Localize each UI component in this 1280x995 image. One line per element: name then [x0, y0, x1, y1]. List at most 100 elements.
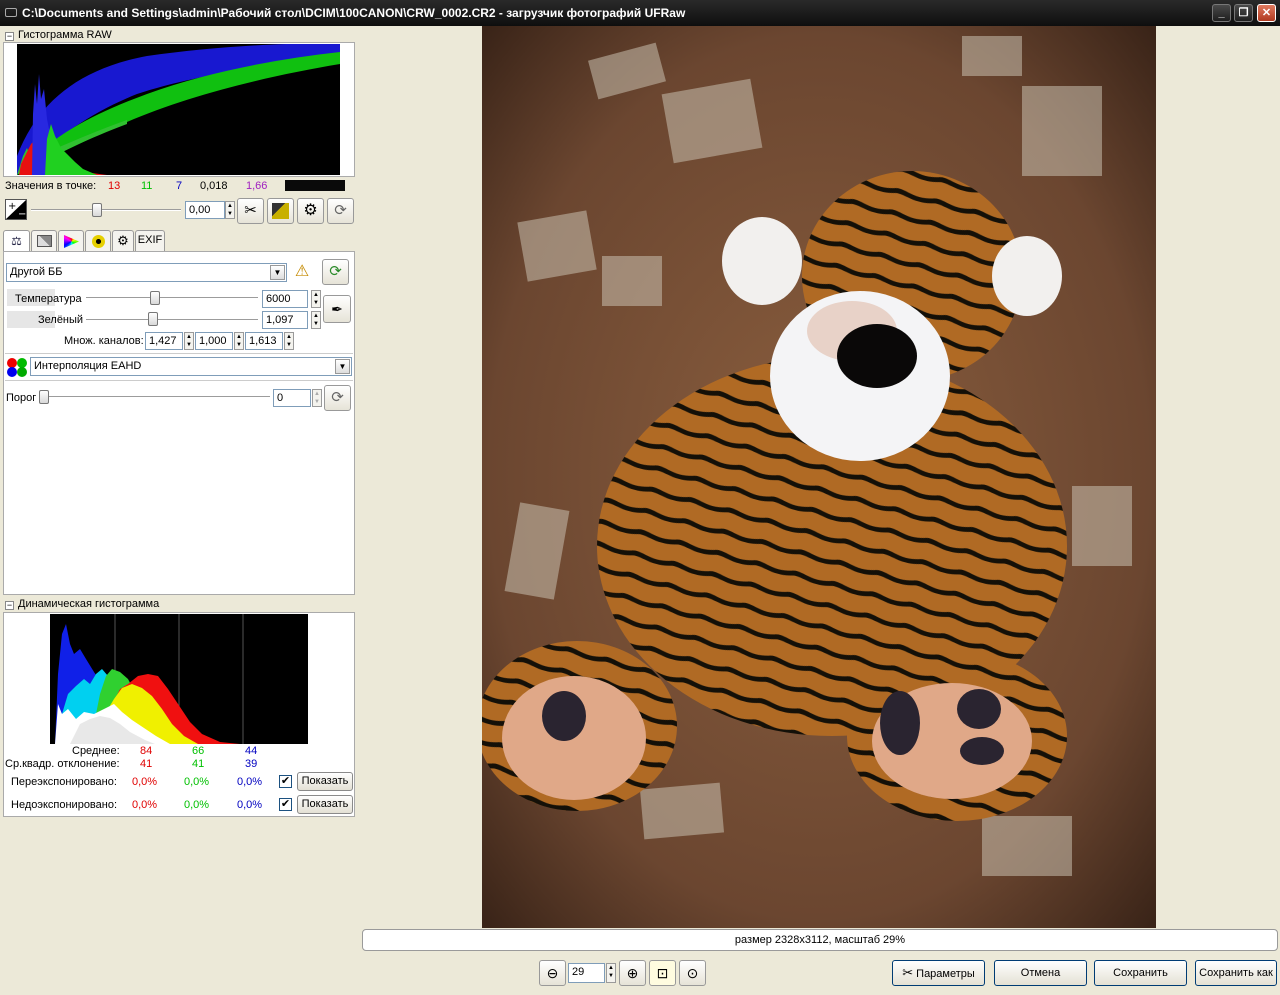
- underexposed-green: 0,0%: [184, 799, 210, 811]
- wb-preset-value: Другой ББ: [10, 266, 63, 278]
- status-bar: размер 2328x3112, масштаб 29%: [362, 929, 1278, 951]
- minimize-button[interactable]: _: [1212, 4, 1231, 22]
- raw-histogram-header[interactable]: − Гистограмма RAW: [0, 28, 356, 42]
- refresh-icon: ⟳: [329, 263, 342, 280]
- scissors-icon: ✂: [244, 202, 257, 219]
- chevron-down-icon: ▼: [270, 265, 285, 280]
- interpolation-select[interactable]: Интерполяция EAHD ▼: [30, 357, 352, 376]
- zoom-fit-button[interactable]: ⊡: [649, 960, 676, 986]
- exposure-field[interactable]: 0,00: [185, 201, 225, 219]
- separator: [5, 380, 353, 381]
- multiplier-blue-field[interactable]: 1,613: [245, 332, 283, 350]
- exposure-slider-thumb[interactable]: [92, 203, 102, 217]
- spot-wb-button[interactable]: ✒: [323, 295, 351, 323]
- chevron-down-icon: ▼: [335, 359, 350, 374]
- collapse-icon[interactable]: −: [5, 32, 14, 41]
- multipliers-label: Множ. каналов:: [64, 335, 144, 347]
- overexposed-green: 0,0%: [184, 776, 210, 788]
- restore-highlights-button[interactable]: [267, 198, 294, 224]
- threshold-field[interactable]: 0: [273, 389, 311, 407]
- green-slider-thumb[interactable]: [148, 312, 158, 326]
- save-as-button[interactable]: Сохранить как: [1195, 960, 1277, 986]
- exposure-icon: + −: [5, 199, 27, 220]
- point-value-red: 13: [108, 180, 121, 192]
- overexposed-label: Переэкспонировано:: [11, 776, 117, 788]
- title-bar[interactable]: C:\Documents and Settings\admin\Рабочий …: [0, 0, 1280, 26]
- zoom-field[interactable]: 29: [568, 963, 605, 983]
- threshold-label: Порог: [6, 392, 37, 404]
- tab-curves[interactable]: [85, 230, 111, 251]
- point-value-ev: 1,66: [246, 180, 268, 192]
- tab-crop[interactable]: ⚙: [112, 230, 134, 251]
- multiplier-red-spin[interactable]: ▲ ▼: [184, 332, 194, 350]
- std-blue: 39: [245, 758, 258, 770]
- multiplier-red-field[interactable]: 1,427: [145, 332, 183, 350]
- raw-histogram[interactable]: [17, 44, 340, 175]
- tab-white-balance[interactable]: ⚖: [3, 230, 30, 251]
- separator: [5, 353, 353, 354]
- wb-preset-select[interactable]: Другой ББ ▼: [6, 263, 287, 282]
- reset-exposure-button[interactable]: ⟳: [327, 198, 354, 224]
- tab-grayscale[interactable]: [31, 230, 57, 251]
- gears-icon: ⚙: [303, 202, 318, 219]
- image-preview[interactable]: [482, 26, 1156, 928]
- tab-color-management[interactable]: [58, 230, 84, 251]
- zoom-in-button[interactable]: ⊕: [619, 960, 646, 986]
- options-button[interactable]: ✂ Параметры: [892, 960, 985, 986]
- overexposed-red: 0,0%: [132, 776, 158, 788]
- temperature-label: Температура: [15, 293, 82, 305]
- mean-red: 84: [140, 745, 153, 757]
- close-button[interactable]: ✕: [1257, 4, 1276, 22]
- underexposed-show-button[interactable]: Показать: [297, 795, 353, 814]
- clip-icon: [272, 203, 289, 219]
- threshold-slider-track[interactable]: [40, 396, 270, 398]
- wb-reset-button[interactable]: ⟳: [322, 259, 349, 285]
- point-values-label: Значения в точке:: [5, 180, 97, 192]
- maximize-button[interactable]: ❐: [1234, 4, 1253, 22]
- photo-preview: [482, 26, 1156, 928]
- multiplier-green-spin[interactable]: ▲ ▼: [234, 332, 244, 350]
- underexposed-checkbox[interactable]: ✔: [279, 798, 292, 811]
- interpolation-value: Интерполяция EAHD: [34, 360, 142, 372]
- live-histogram-header[interactable]: − Динамическая гистограмма: [0, 597, 356, 611]
- green-spin[interactable]: ▲ ▼: [311, 311, 321, 329]
- mean-green: 66: [192, 745, 205, 757]
- exposure-slider-track[interactable]: [31, 209, 181, 211]
- underexposed-label: Недоэкспонировано:: [11, 799, 118, 811]
- live-histogram[interactable]: [50, 614, 308, 744]
- window-title: C:\Documents and Settings\admin\Рабочий …: [22, 6, 686, 20]
- temperature-slider-track[interactable]: [86, 297, 258, 299]
- zoom-fit-icon: ⊡: [656, 965, 669, 981]
- rgb-circles-icon: [6, 357, 28, 377]
- zoom-out-button[interactable]: ⊖: [539, 960, 566, 986]
- lens-icon: [92, 235, 105, 248]
- threshold-spin[interactable]: ▲ ▼: [312, 389, 322, 407]
- green-slider-track[interactable]: [86, 319, 258, 321]
- raw-histogram-title: Гистограмма RAW: [18, 29, 112, 41]
- exposure-spin[interactable]: ▲ ▼: [225, 201, 235, 219]
- std-label: Ср.квадр. отклонение:: [5, 758, 120, 770]
- save-button[interactable]: Сохранить: [1094, 960, 1187, 986]
- cancel-button[interactable]: Отмена: [994, 960, 1087, 986]
- color-icon: [64, 235, 79, 248]
- green-field[interactable]: 1,097: [262, 311, 308, 329]
- threshold-reset-button[interactable]: ⟳: [324, 385, 351, 411]
- auto-adjust-button[interactable]: ✂: [237, 198, 264, 224]
- temperature-field[interactable]: 6000: [262, 290, 308, 308]
- collapse-icon[interactable]: −: [5, 601, 14, 610]
- clip-options-button[interactable]: ⚙: [297, 198, 324, 224]
- temperature-slider-thumb[interactable]: [150, 291, 160, 305]
- overexposed-checkbox[interactable]: ✔: [279, 775, 292, 788]
- tab-exif[interactable]: EXIF: [135, 230, 165, 251]
- temperature-spin[interactable]: ▲ ▼: [311, 290, 321, 308]
- warning-icon: ⚠: [294, 263, 310, 280]
- threshold-slider-thumb[interactable]: [39, 390, 49, 404]
- zoom-spin[interactable]: ▲ ▼: [606, 963, 616, 983]
- gear-icon: ⚙: [117, 233, 129, 248]
- multiplier-green-field[interactable]: 1,000: [195, 332, 233, 350]
- overexposed-show-button[interactable]: Показать: [297, 772, 353, 791]
- zoom-100-button[interactable]: ⊙: [679, 960, 706, 986]
- point-values-row: Значения в точке: 13 11 7 0,018 1,66: [3, 178, 355, 194]
- underexposed-blue: 0,0%: [237, 799, 263, 811]
- multiplier-blue-spin[interactable]: ▲ ▼: [284, 332, 294, 350]
